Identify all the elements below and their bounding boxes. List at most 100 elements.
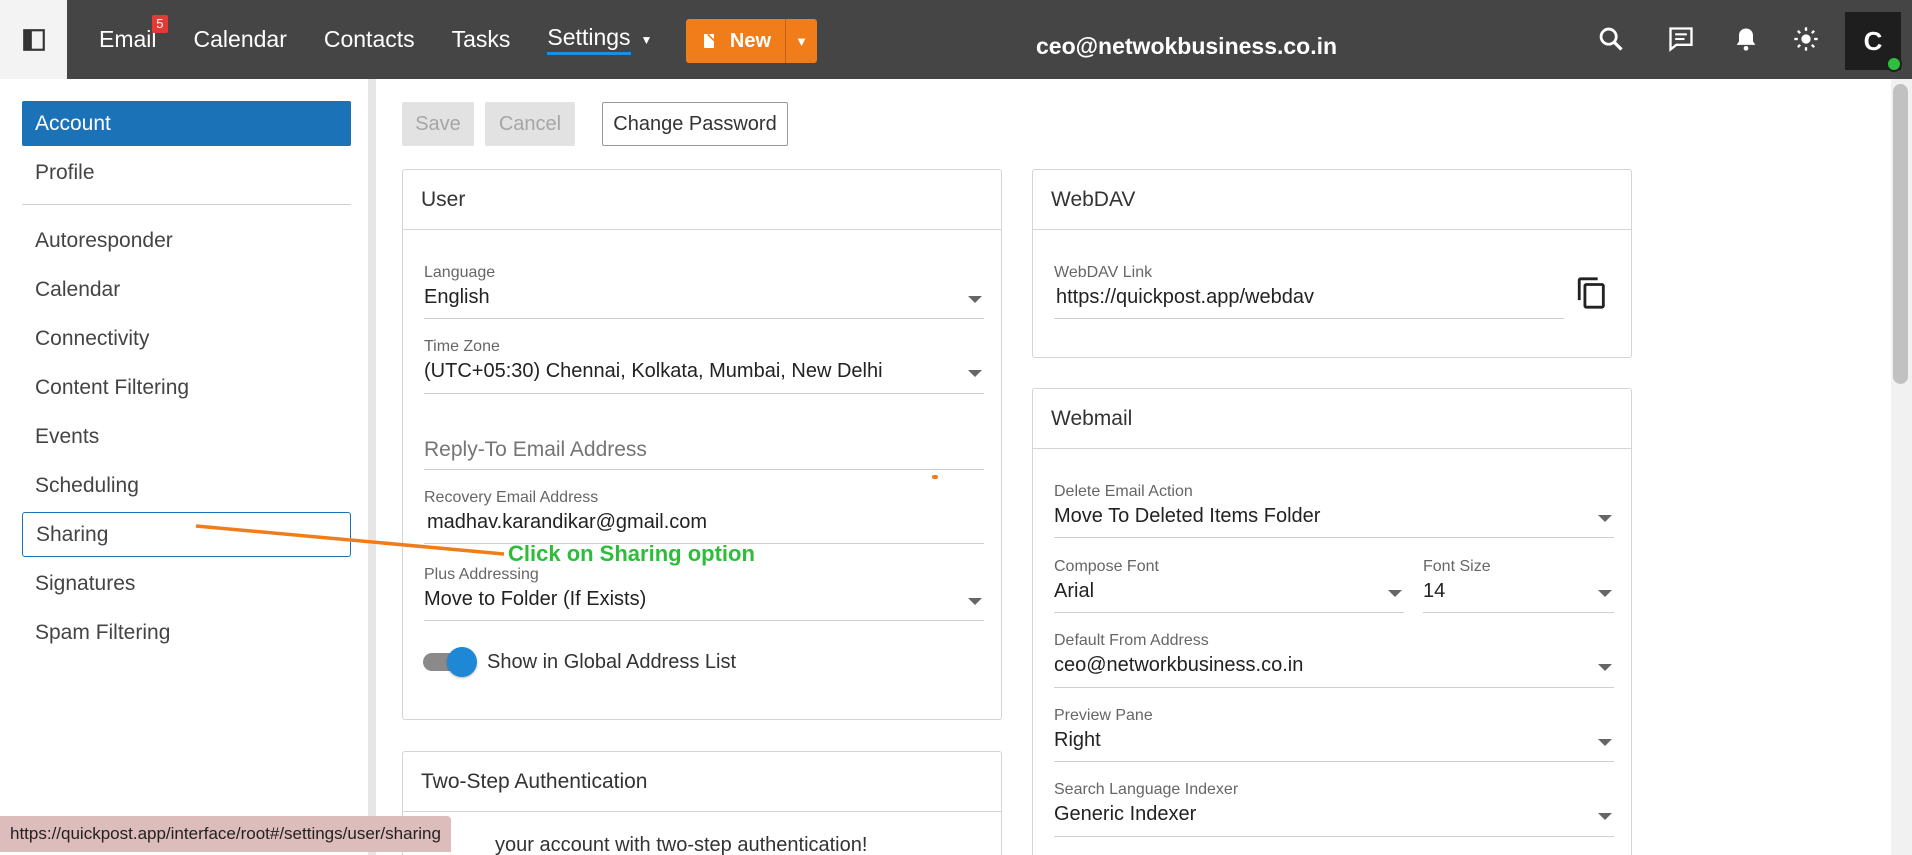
- change-password-button[interactable]: Change Password: [602, 102, 788, 146]
- sidebar-item-sharing[interactable]: Sharing: [22, 512, 351, 557]
- dropdown-arrow-icon: [1598, 515, 1612, 522]
- nav-email-label: Email: [99, 26, 157, 52]
- sidebar-item-profile[interactable]: Profile: [22, 150, 351, 195]
- search-indexer-value: Generic Indexer: [1054, 803, 1197, 825]
- compose-font-value: Arial: [1054, 580, 1095, 602]
- delete-action-label: Delete Email Action: [1054, 483, 1193, 500]
- new-button[interactable]: New: [686, 19, 785, 63]
- preview-pane-label: Preview Pane: [1054, 707, 1153, 724]
- preview-pane-value: Right: [1054, 729, 1101, 751]
- sidebar-item-spam-filtering[interactable]: Spam Filtering: [22, 610, 351, 655]
- link-status-bar: https://quickpost.app/interface/root#/se…: [0, 816, 451, 852]
- nav-email[interactable]: Email 5: [99, 0, 168, 79]
- nav-calendar-label: Calendar: [193, 26, 287, 52]
- field-underline: [1054, 612, 1404, 613]
- field-underline: [1054, 836, 1614, 837]
- dropdown-arrow-icon: [1598, 813, 1612, 820]
- recovery-email-value: madhav.karandikar@gmail.com: [427, 511, 708, 533]
- dropdown-arrow-icon: [968, 598, 982, 605]
- dropdown-arrow-icon: [968, 370, 982, 377]
- sidebar-item-label: Content Filtering: [35, 375, 190, 399]
- delete-action-field[interactable]: Delete Email Action Move To Deleted Item…: [1054, 483, 1614, 538]
- sidebar-item-label: Connectivity: [35, 326, 150, 350]
- default-from-field[interactable]: Default From Address ceo@networkbusiness…: [1054, 632, 1614, 688]
- theme-toggle-button[interactable]: [1791, 24, 1821, 54]
- new-dropdown-button[interactable]: ▼: [785, 19, 817, 63]
- recovery-email-label: Recovery Email Address: [424, 489, 599, 506]
- nav-settings[interactable]: Settings ▼: [547, 0, 652, 79]
- chat-icon: [1669, 27, 1693, 52]
- search-button[interactable]: [1596, 24, 1626, 54]
- field-underline: [424, 469, 984, 470]
- top-bar: Email 5 Calendar Contacts Tasks Settings…: [0, 0, 1912, 79]
- delete-action-value: Move To Deleted Items Folder: [1054, 505, 1321, 527]
- language-value: English: [424, 286, 490, 308]
- sidebar-item-autoresponder[interactable]: Autoresponder: [22, 218, 351, 263]
- sidebar-item-content-filtering[interactable]: Content Filtering: [22, 365, 351, 410]
- account-email: ceo@netwokbusiness.co.in: [1036, 33, 1338, 59]
- plus-addressing-label: Plus Addressing: [424, 566, 539, 583]
- unread-badge: 5: [152, 15, 168, 33]
- dropdown-arrow-icon: [1598, 664, 1612, 671]
- nav-contacts-label: Contacts: [323, 26, 415, 52]
- webdav-link-label: WebDAV Link: [1054, 264, 1153, 281]
- field-underline: [1054, 537, 1614, 538]
- webdav-card: WebDAV WebDAV Link https://quickpost.app…: [1032, 169, 1632, 358]
- new-button-group: New ▼: [686, 19, 817, 63]
- search-indexer-field[interactable]: Search Language Indexer Generic Indexer: [1054, 781, 1614, 837]
- sidebar-item-label: Profile: [35, 160, 95, 184]
- dropdown-arrow-icon: [968, 296, 982, 303]
- two-step-description: your account with two-step authenticatio…: [495, 834, 868, 855]
- sidebar-item-connectivity[interactable]: Connectivity: [22, 316, 351, 361]
- scrollbar-thumb[interactable]: [1893, 84, 1908, 384]
- field-underline: [1054, 761, 1614, 762]
- language-field[interactable]: Language English: [424, 264, 984, 319]
- sidebar-item-account[interactable]: Account: [22, 101, 351, 146]
- timezone-field[interactable]: Time Zone (UTC+05:30) Chennai, Kolkata, …: [424, 338, 984, 394]
- save-button[interactable]: Save: [402, 102, 474, 146]
- copy-link-button[interactable]: [1575, 274, 1609, 312]
- nav-calendar[interactable]: Calendar: [194, 0, 287, 79]
- search-indexer-label: Search Language Indexer: [1054, 781, 1239, 798]
- default-from-label: Default From Address: [1054, 632, 1209, 649]
- sidebar-item-label: Events: [35, 424, 100, 448]
- timezone-label: Time Zone: [424, 338, 500, 355]
- compose-font-label: Compose Font: [1054, 558, 1159, 575]
- sidebar-toggle-button[interactable]: [0, 0, 67, 79]
- sun-icon: [1794, 27, 1818, 51]
- plus-addressing-field[interactable]: Plus Addressing Move to Folder (If Exist…: [424, 566, 984, 621]
- webmail-card: Webmail Delete Email Action Move To Dele…: [1032, 388, 1632, 855]
- webdav-link-field[interactable]: WebDAV Link https://quickpost.app/webdav: [1054, 264, 1564, 319]
- user-card: User Language English Time Zone (UTC+05:…: [402, 169, 1002, 720]
- dropdown-arrow-icon: [1388, 590, 1402, 597]
- chat-button[interactable]: [1666, 24, 1696, 54]
- nav-contacts[interactable]: Contacts: [324, 0, 415, 79]
- nav-tasks[interactable]: Tasks: [452, 0, 511, 79]
- font-size-field[interactable]: Font Size 14: [1423, 558, 1614, 613]
- field-underline: [424, 318, 984, 319]
- global-address-list-label: Show in Global Address List: [487, 651, 737, 673]
- cancel-button[interactable]: Cancel: [485, 102, 575, 146]
- webmail-card-title: Webmail: [1033, 389, 1631, 449]
- sidebar-item-events[interactable]: Events: [22, 414, 351, 459]
- sidebar-item-label: Sharing: [36, 522, 109, 546]
- font-size-label: Font Size: [1423, 558, 1491, 575]
- language-label: Language: [424, 264, 496, 281]
- default-from-value: ceo@networkbusiness.co.in: [1054, 654, 1304, 676]
- field-underline: [424, 393, 984, 394]
- compose-font-field[interactable]: Compose Font Arial: [1054, 558, 1404, 613]
- sidebar-divider: [22, 204, 351, 205]
- sidebar-item-calendar[interactable]: Calendar: [22, 267, 351, 312]
- recovery-email-field[interactable]: Recovery Email Address madhav.karandikar…: [424, 489, 984, 544]
- global-address-list-toggle[interactable]: [423, 647, 477, 677]
- field-underline: [1423, 612, 1614, 613]
- sidebar-item-scheduling[interactable]: Scheduling: [22, 463, 351, 508]
- preview-pane-field[interactable]: Preview Pane Right: [1054, 707, 1614, 762]
- toggle-knob: [447, 647, 477, 677]
- reply-to-input[interactable]: Reply-To Email Address: [424, 438, 984, 470]
- copy-icon: [1577, 277, 1605, 309]
- reply-to-placeholder: Reply-To Email Address: [424, 438, 647, 461]
- notifications-button[interactable]: [1731, 24, 1761, 54]
- sidebar-item-label: Signatures: [35, 571, 136, 595]
- sidebar-item-signatures[interactable]: Signatures: [22, 561, 351, 606]
